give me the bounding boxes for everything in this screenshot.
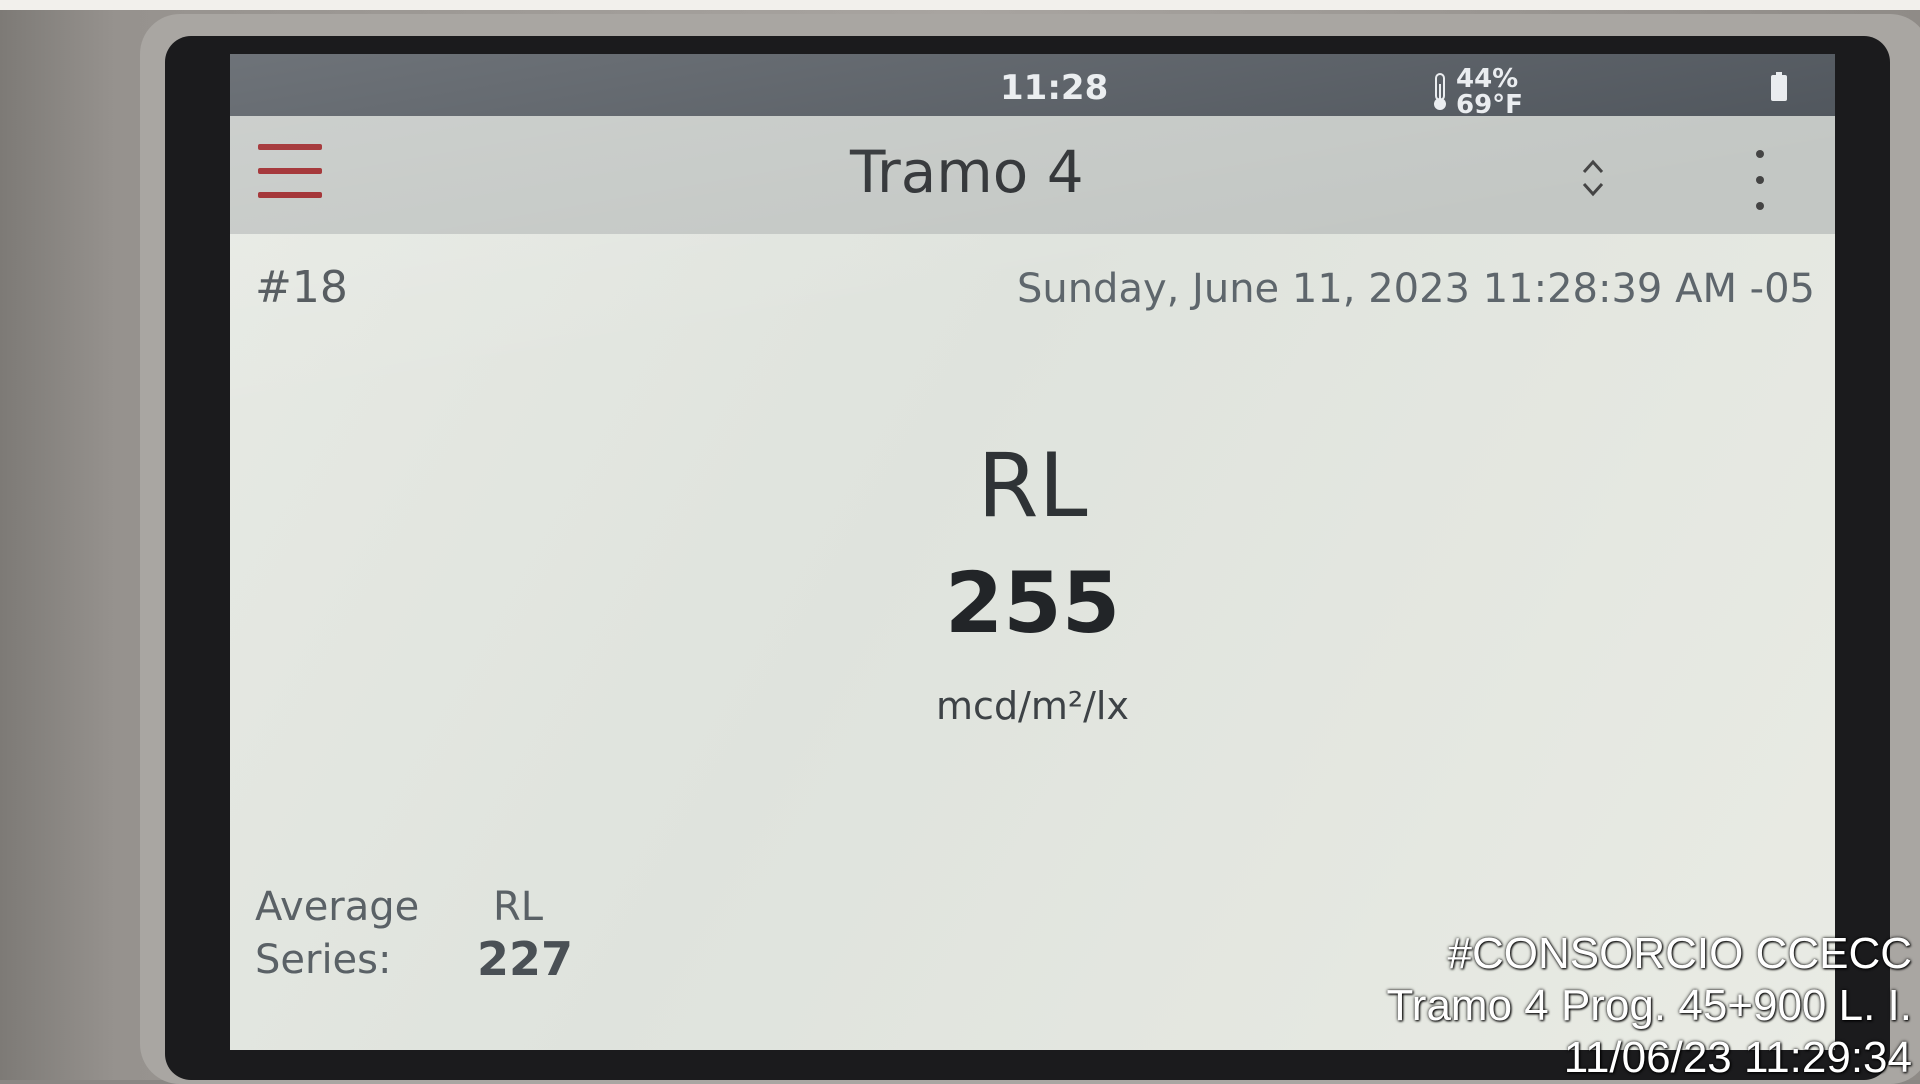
battery-icon bbox=[1771, 72, 1787, 101]
measurement-timestamp: Sunday, June 11, 2023 11:28:39 AM -05 bbox=[1016, 266, 1815, 312]
metric-value: 255 bbox=[944, 554, 1121, 652]
humidity-value: 44% bbox=[1456, 64, 1519, 94]
environment-readout: 44% 69°F bbox=[1430, 66, 1570, 118]
average-value: 227 bbox=[477, 932, 574, 986]
average-label-line2: Series: bbox=[255, 937, 392, 983]
thermometer-icon bbox=[1434, 73, 1446, 110]
device-top-edge bbox=[0, 0, 1920, 10]
temperature-value: 69°F bbox=[1456, 90, 1523, 120]
page-title: Tramo 4 bbox=[850, 138, 1084, 206]
average-label-line1: Average bbox=[255, 884, 420, 930]
hamburger-menu-icon[interactable] bbox=[258, 138, 324, 210]
status-bar: 11:28 44% 69°F bbox=[230, 54, 1835, 118]
record-number: #18 bbox=[255, 262, 348, 313]
metric-unit: mcd/m²/lx bbox=[936, 684, 1129, 728]
more-vertical-icon[interactable] bbox=[1750, 146, 1770, 216]
watermark-line2: Tramo 4 Prog. 45+900 L. I. bbox=[1386, 981, 1912, 1030]
photo-watermark: #CONSORCIO CCECC Tramo 4 Prog. 45+900 L.… bbox=[1387, 928, 1912, 1084]
device-screen: 11:28 44% 69°F Tramo 4 #18 Sunday, June … bbox=[230, 54, 1835, 1050]
metric-label: RL bbox=[977, 434, 1088, 537]
watermark-line1: #CONSORCIO CCECC bbox=[1447, 929, 1913, 978]
status-time: 11:28 bbox=[1000, 68, 1109, 108]
sort-icon[interactable] bbox=[1580, 156, 1606, 200]
average-metric-label: RL bbox=[493, 884, 544, 930]
title-bar: Tramo 4 bbox=[230, 116, 1835, 234]
watermark-line3: 11/06/23 11:29:34 bbox=[1563, 1033, 1912, 1082]
